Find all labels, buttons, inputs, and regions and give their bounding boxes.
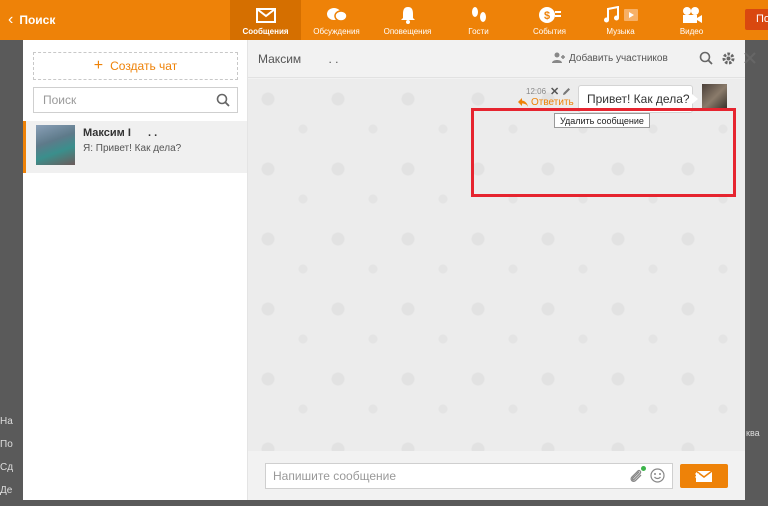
online-dot [641,466,646,471]
search-icon[interactable] [216,93,230,110]
nav-music[interactable]: Музыка [585,0,656,40]
background-right-text: ква [746,428,760,438]
nav-discussions-label: Обсуждения [313,27,360,36]
message-time: 12:06 [526,87,547,96]
conversation-title-extra: . . [328,52,339,66]
gear-icon[interactable] [721,51,736,69]
conversation-title[interactable]: Максим . . [258,52,339,66]
chat-name-text: Максим I [83,127,131,139]
nav-discussions[interactable]: Обсуждения [301,0,372,40]
bell-icon [400,5,416,25]
envelope-icon [255,5,276,25]
nav-guests[interactable]: Гости [443,0,514,40]
video-camera-icon [681,5,703,25]
reply-link[interactable]: Ответить [518,97,574,108]
plus-icon: + [93,57,104,74]
send-button[interactable] [680,464,728,488]
create-chat-button[interactable]: + Создать чат [33,52,238,80]
bg-line: Де [0,485,13,496]
chat-name: Максим I . . [83,127,157,139]
bg-line: На [0,416,13,427]
back-label: Поиск [19,13,56,27]
message-input-box [265,463,673,489]
messages-modal: + Создать чат Максим I . . Я: Привет! Ка… [23,40,756,500]
create-chat-label: Создать чат [110,59,178,73]
footprints-icon [470,5,488,25]
composer [248,451,745,500]
reply-label: Ответить [531,97,574,108]
message-input[interactable] [273,469,613,483]
events-icon: $ [538,5,562,25]
bg-line: Сд [0,462,14,473]
smiley-icon[interactable] [650,468,665,486]
chat-bubbles-icon [326,5,348,25]
nav-video[interactable]: Видео [656,0,727,40]
reply-arrow-icon [518,98,528,107]
nav-events-label: События [532,27,567,36]
message-area: 12:06 ✕ Ответить Привет! Как дела? Удали… [248,79,745,451]
nav-events[interactable]: $ События [514,0,585,40]
nav-notifications-label: Оповещения [383,27,432,36]
chat-name-extra: . . [147,127,158,139]
top-right-button[interactable]: По [745,9,768,30]
conversation-panel: Максим . . Добавить участников 12:06 ✕ О… [248,40,756,500]
avatar [36,125,75,165]
send-envelope-icon [695,469,713,482]
music-icon [603,5,639,25]
add-user-icon [552,52,565,63]
avatar[interactable] [702,84,727,111]
chat-search [33,87,238,113]
nav-messages-label: Сообщения [242,27,289,36]
chat-preview: Я: Привет! Как дела? [83,143,182,154]
conversation-header: Максим . . Добавить участников [248,40,756,78]
nav-notifications[interactable]: Оповещения [372,0,443,40]
background-page-text: На По Сд Де [0,410,13,502]
back-search-link[interactable]: ‹ Поиск [8,0,55,40]
highlight-frame [471,108,736,197]
chat-list-item[interactable]: Максим I . . Я: Привет! Как дела? [23,121,247,173]
close-icon[interactable] [744,52,756,67]
main-nav: Сообщения Обсуждения Оповещения Гости $ … [230,0,727,40]
add-participants-button[interactable]: Добавить участников [552,52,668,64]
search-input[interactable] [43,93,208,107]
chat-list-panel: + Создать чат Максим I . . Я: Привет! Ка… [23,40,248,500]
add-participants-label: Добавить участников [569,52,668,64]
nav-video-label: Видео [679,27,704,36]
nav-guests-label: Гости [468,27,489,36]
search-icon[interactable] [699,51,713,68]
conversation-title-text: Максим [258,52,302,66]
chevron-left-icon: ‹ [8,11,14,28]
nav-messages[interactable]: Сообщения [230,0,301,40]
bg-line: По [0,439,13,450]
attachment-icon[interactable] [628,468,644,487]
svg-text:$: $ [544,10,550,22]
top-bar: ‹ Поиск Сообщения Обсуждения Оповещения [0,0,768,40]
nav-music-label: Музыка [606,27,635,36]
